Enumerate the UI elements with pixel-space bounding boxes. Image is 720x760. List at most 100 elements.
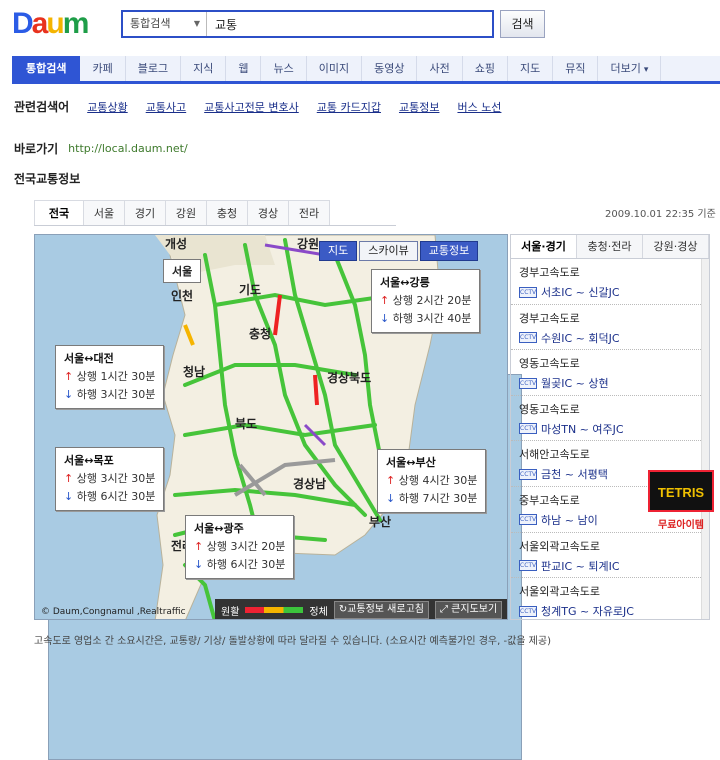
- shortcut-label: 바로가기: [14, 142, 59, 156]
- arrow-up-icon: ↑: [64, 472, 74, 485]
- tab-music[interactable]: 뮤직: [553, 56, 599, 81]
- region-tab-seoul[interactable]: 서울: [83, 200, 125, 225]
- tab-web[interactable]: 웹: [226, 56, 262, 81]
- map-mode-buttons: 지도 스카이뷰 교통정보: [319, 241, 479, 261]
- section-title: 전국교통정보: [14, 172, 81, 186]
- place-label-gyeongbuk: 경상북도: [327, 371, 372, 385]
- region-tab-gangwon[interactable]: 강원: [165, 200, 207, 225]
- service-tabs: 통합검색 카페 블로그 지식 웹 뉴스 이미지 동영상 사전 쇼핑 지도 뮤직 …: [12, 56, 720, 84]
- place-label-chungcheong: 충청: [249, 327, 272, 341]
- route-bubble-daejeon[interactable]: 서울↔대전 ↑ 상행 1시간 30분 ↓ 하행 3시간 30분: [55, 345, 165, 409]
- cctv-tab-seoul-gyeonggi[interactable]: 서울·경기: [511, 235, 577, 258]
- cctv-item[interactable]: 서울외곽고속도로 CCTV 판교IC ~ 퇴계IC: [511, 533, 709, 579]
- place-label-incheon: 인천: [171, 289, 194, 303]
- congested-road: [313, 374, 319, 406]
- ad-label: 무료아이템: [658, 520, 704, 531]
- map-mode-map-button[interactable]: 지도: [319, 241, 358, 261]
- cctv-panel: 서울·경기 충청·전라 강원·경상 경부고속도로 CCTV 서초IC ~ 신갈JC …: [510, 234, 710, 620]
- related-link-traffic-status[interactable]: 교통상황: [87, 99, 127, 115]
- cctv-item[interactable]: 경부고속도로 CCTV 서초IC ~ 신갈JC: [511, 259, 709, 305]
- cctv-item[interactable]: 서울외곽고속도로 CCTV 청계TG ~ 자유로JC: [511, 578, 709, 624]
- route-bubble-gwangju[interactable]: 서울↔광주 ↑ 상행 3시간 20분 ↓ 하행 6시간 30분: [185, 515, 295, 579]
- legend-fast-label: 정체: [309, 606, 328, 618]
- region-tab-gyeongsang[interactable]: 경상: [247, 200, 289, 225]
- cctv-icon: CCTV: [519, 605, 537, 617]
- refresh-button[interactable]: ↻교통정보 새로고침: [333, 601, 429, 619]
- region-tab-national[interactable]: 전국: [34, 200, 84, 225]
- shortcut: 바로가기 Daum 지도 http://local.daum.net/: [14, 140, 522, 760]
- tab-knowledge[interactable]: 지식: [181, 56, 227, 81]
- arrow-down-icon: ↓: [64, 490, 74, 503]
- cctv-item[interactable]: 경부고속도로 CCTV 수원IC ~ 회덕JC: [511, 305, 709, 351]
- tab-image[interactable]: 이미지: [307, 56, 363, 81]
- place-label-busan: 부산: [369, 515, 392, 529]
- tab-more[interactable]: 더보기: [598, 56, 662, 81]
- cctv-icon: CCTV: [519, 560, 537, 572]
- tab-dictionary[interactable]: 사전: [417, 56, 463, 81]
- map-mode-skyview-button[interactable]: 스카이뷰: [359, 241, 418, 261]
- arrow-up-icon: ↑: [194, 540, 204, 553]
- route-bubble-mokpo[interactable]: 서울↔목포 ↑ 상행 3시간 30분 ↓ 하행 6시간 30분: [55, 447, 165, 511]
- place-label-gaeseong: 개성: [165, 237, 188, 251]
- map-mode-traffic-button[interactable]: 교통정보: [419, 241, 479, 261]
- region-tab-jeolla[interactable]: 전라: [288, 200, 330, 225]
- legend-slow-label: 원활: [221, 606, 240, 618]
- cctv-item[interactable]: 영동고속도로 CCTV 월곶IC ~ 상현: [511, 350, 709, 396]
- cctv-icon: CCTV: [519, 286, 537, 298]
- place-label-buk: 북도: [235, 417, 258, 431]
- refresh-icon: ↻: [338, 604, 348, 615]
- search-box: 통합검색 ▼ 교통: [121, 10, 494, 38]
- tab-shopping[interactable]: 쇼핑: [463, 56, 508, 81]
- arrow-down-icon: ↓: [386, 492, 396, 505]
- related-link-traffic-accident[interactable]: 교통사고: [146, 99, 186, 115]
- place-label-gyeonggi: 기도: [239, 283, 262, 297]
- related-link-card-wallet[interactable]: 교통 카드지갑: [317, 99, 381, 115]
- arrow-up-icon: ↑: [386, 474, 396, 487]
- datestamp: 2009.10.01 22:35 기준: [605, 209, 716, 220]
- place-label-gangwon: 강원: [297, 237, 320, 251]
- big-map-button[interactable]: ⤢ 큰지도보기: [434, 601, 503, 619]
- traffic-legend: 원활 정체 ↻교통정보 새로고침 ⤢ 큰지도보기: [215, 599, 507, 619]
- tab-cafe[interactable]: 카페: [80, 56, 126, 81]
- related-link-traffic-info[interactable]: 교통정보: [399, 99, 439, 115]
- cctv-tab-gangwon-gyeongsang[interactable]: 강원·경상: [643, 235, 709, 258]
- tab-news[interactable]: 뉴스: [261, 56, 307, 81]
- region-tab-gyeonggi[interactable]: 경기: [124, 200, 166, 225]
- tetris-ad[interactable]: TETRIS 무료아이템: [648, 470, 714, 532]
- related-link-bus-route[interactable]: 버스 노선: [457, 99, 501, 115]
- route-bubble-gangneung[interactable]: 서울↔강릉 ↑ 상행 2시간 20분 ↓ 하행 3시간 40분: [371, 269, 481, 333]
- region-tab-chungcheong[interactable]: 충청: [206, 200, 248, 225]
- traffic-map[interactable]: 개성 강원 인천 기도 충청 청남 경상북도 북도 경상남 부산 전라 지도 스…: [34, 234, 508, 620]
- daum-logo[interactable]: Daum: [12, 8, 108, 40]
- arrow-up-icon: ↑: [64, 370, 74, 383]
- chevron-down-icon: ▼: [193, 19, 200, 28]
- related-label: 관련검색어: [14, 100, 70, 114]
- map-copyright: © Daum,Congnamul ,Realtraffic: [41, 607, 186, 617]
- arrow-down-icon: ↓: [64, 388, 74, 401]
- arrow-down-icon: ↓: [194, 558, 204, 571]
- route-bubble-busan[interactable]: 서울↔부산 ↑ 상행 4시간 30분 ↓ 하행 7시간 30분: [377, 449, 487, 513]
- related-searches: 관련검색어 교통상황 교통사고 교통사고전문 변호사 교통 카드지갑 교통정보 …: [14, 98, 519, 115]
- tab-map[interactable]: 지도: [508, 56, 554, 81]
- place-label-chungnam: 청남: [183, 365, 206, 379]
- tab-blog[interactable]: 블로그: [126, 56, 182, 81]
- region-tabs: 전국 서울 경기 강원 충청 경상 전라: [34, 200, 396, 226]
- cctv-icon: CCTV: [519, 332, 537, 344]
- city-label-seoul[interactable]: 서울: [163, 259, 202, 283]
- tab-video[interactable]: 동영상: [362, 56, 418, 81]
- cctv-icon: CCTV: [519, 514, 537, 526]
- panel-scrollbar[interactable]: [701, 259, 709, 619]
- search-input[interactable]: 교통: [207, 16, 237, 33]
- search-category-select[interactable]: 통합검색 ▼: [123, 12, 207, 36]
- cctv-icon: CCTV: [519, 423, 537, 435]
- related-link-accident-lawyer[interactable]: 교통사고전문 변호사: [204, 99, 299, 115]
- cctv-item[interactable]: 영동고속도로 CCTV 마성TN ~ 여주JC: [511, 396, 709, 442]
- shortcut-url[interactable]: http://local.daum.net/: [68, 142, 188, 155]
- search-button[interactable]: 검색: [500, 10, 545, 38]
- tetris-logo: TETRIS: [648, 470, 714, 512]
- footer-note: 고속도로 영업소 간 소요시간은, 교통량/ 기상/ 돌발상황에 따라 달라질 …: [34, 636, 551, 647]
- legend-color-bar: [245, 607, 304, 613]
- tab-integrated[interactable]: 통합검색: [12, 56, 81, 81]
- cctv-tab-chungcheong-jeolla[interactable]: 충청·전라: [577, 235, 643, 258]
- arrow-up-icon: ↑: [380, 294, 390, 307]
